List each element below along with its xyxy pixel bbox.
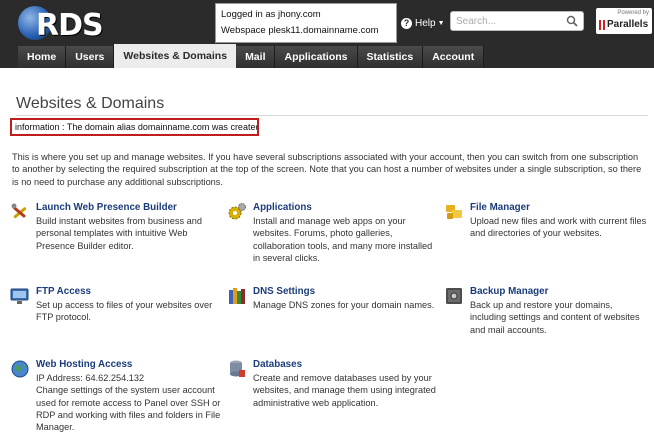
tab-home[interactable]: Home	[18, 46, 67, 68]
safe-icon	[446, 288, 462, 304]
service-description: Build instant websites from business and…	[36, 216, 202, 251]
help-label: Help	[415, 17, 436, 29]
service-title[interactable]: Web Hosting Access	[36, 359, 132, 370]
books-icon	[229, 288, 245, 304]
powered-by-label: Powered by	[617, 10, 649, 16]
help-menu[interactable]: ? Help ▼	[401, 16, 445, 30]
service-backup-manager[interactable]: Backup Manager Back up and restore your …	[444, 286, 654, 346]
service-description: Create and remove databases used by your…	[253, 373, 436, 408]
tab-mail[interactable]: Mail	[236, 46, 276, 68]
tab-users[interactable]: Users	[66, 46, 115, 68]
service-ftp-access[interactable]: FTP Access Set up access to files of you…	[10, 286, 220, 326]
parallels-bars-icon	[599, 19, 605, 30]
login-info-box: Logged in as jhony.com Webspace plesk11.…	[215, 3, 397, 43]
database-icon	[230, 360, 245, 377]
service-file-manager[interactable]: File Manager Upload new files and work w…	[444, 202, 654, 262]
service-description: Manage DNS zones for your domain names.	[253, 300, 435, 310]
logged-in-as: Logged in as jhony.com	[221, 9, 321, 20]
service-title[interactable]: FTP Access	[36, 286, 91, 297]
service-applications[interactable]: Applications Install and manage web apps…	[227, 202, 437, 263]
webspace-label[interactable]: Webspace plesk11.domainname.com	[221, 23, 391, 39]
gears-icon	[228, 203, 246, 220]
tab-websites-domains[interactable]: Websites & Domains	[114, 44, 237, 68]
service-databases[interactable]: Databases Create and remove databases us…	[227, 359, 437, 419]
service-dns-settings[interactable]: DNS Settings Manage DNS zones for your d…	[227, 286, 437, 326]
parallels-logo: Parallels	[599, 19, 648, 30]
search-input[interactable]	[450, 11, 584, 31]
help-icon: ?	[401, 17, 412, 29]
parallels-brand: Parallels	[607, 19, 649, 30]
service-title[interactable]: File Manager	[470, 202, 530, 213]
info-message: information : The domain alias domainnam…	[10, 118, 259, 136]
title-divider	[16, 115, 648, 116]
main-content: Websites & Domains information : The dom…	[0, 68, 654, 440]
service-title[interactable]: DNS Settings	[253, 286, 315, 297]
folders-icon	[446, 205, 462, 219]
tools-icon	[11, 203, 27, 219]
ftp-monitor-icon	[10, 288, 29, 304]
service-description: Install and manage web apps on your webs…	[253, 216, 433, 263]
chevron-down-icon: ▼	[437, 19, 445, 27]
top-header: RDS Logged in as jhony.com Webspace ples…	[0, 0, 654, 68]
intro-text: This is where you set up and manage webs…	[12, 152, 642, 187]
service-web-presence-builder[interactable]: Launch Web Presence Builder Build instan…	[10, 202, 220, 262]
tab-account[interactable]: Account	[423, 46, 485, 68]
globe-icon	[11, 360, 29, 378]
service-title[interactable]: Launch Web Presence Builder	[36, 202, 177, 213]
powered-by-badge[interactable]: Powered by Parallels	[596, 8, 652, 34]
search-icon[interactable]	[566, 15, 578, 27]
service-title[interactable]: Backup Manager	[470, 286, 548, 297]
service-web-hosting-access[interactable]: Web Hosting Access IP Address: 64.62.254…	[10, 359, 220, 439]
service-description: Set up access to files of your websites …	[36, 300, 213, 323]
service-title[interactable]: Applications	[253, 202, 312, 213]
service-description: Upload new files and work with current f…	[470, 216, 647, 239]
service-description: Back up and restore your domains, includ…	[470, 300, 640, 335]
service-title[interactable]: Databases	[253, 359, 302, 370]
tab-statistics[interactable]: Statistics	[357, 46, 424, 68]
tab-applications[interactable]: Applications	[275, 46, 358, 68]
page-title: Websites & Domains	[16, 95, 165, 112]
logo-text: RDS	[36, 8, 104, 43]
main-tabs: Home Users Websites & Domains Mail Appli…	[18, 44, 485, 68]
rds-logo[interactable]: RDS	[18, 4, 104, 44]
service-description: IP Address: 64.62.254.132 Change setting…	[36, 373, 221, 433]
